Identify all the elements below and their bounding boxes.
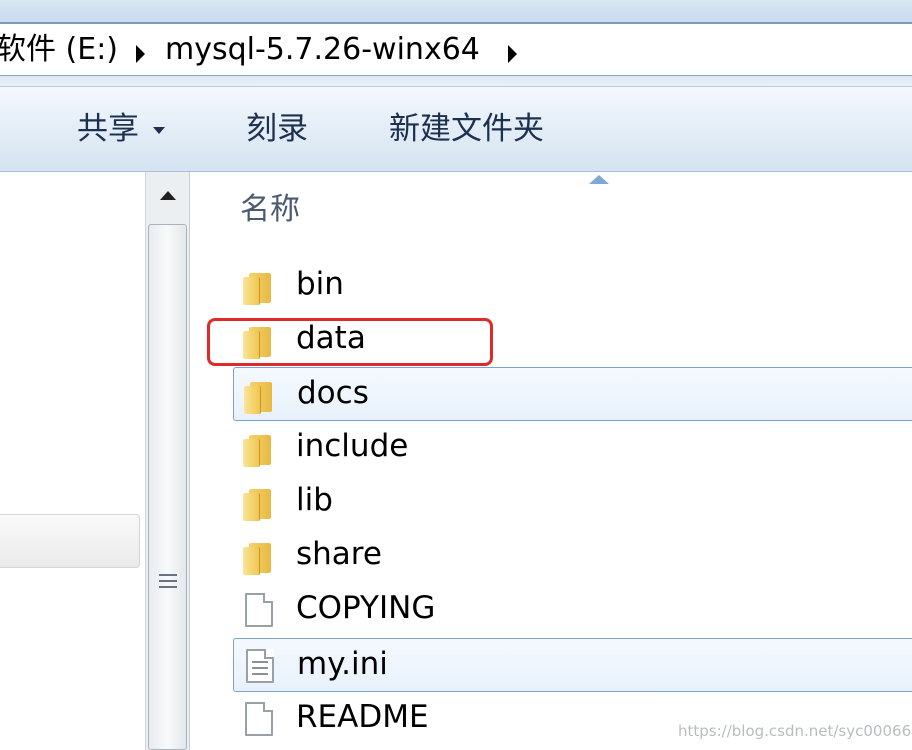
toolbar-divider bbox=[0, 76, 912, 86]
folder-icon bbox=[242, 376, 278, 414]
list-item-label: docs bbox=[297, 375, 369, 411]
new-folder-button[interactable]: 新建文件夹 bbox=[389, 109, 544, 149]
file-list-pane: 名称 bin data docs include lib share COPYI… bbox=[190, 172, 912, 750]
folder-icon bbox=[241, 267, 277, 305]
watermark: https://blog.csdn.net/syc000666 bbox=[678, 722, 912, 740]
sort-ascending-icon bbox=[589, 175, 609, 184]
file-icon bbox=[241, 700, 277, 738]
file-icon bbox=[241, 591, 277, 629]
list-item[interactable]: bin bbox=[233, 259, 912, 313]
breadcrumb-separator-icon[interactable] bbox=[136, 45, 145, 63]
annotation-highlight-box bbox=[207, 318, 493, 366]
list-item-label: COPYING bbox=[296, 590, 436, 626]
folder-icon bbox=[241, 429, 277, 467]
config-file-icon bbox=[242, 647, 278, 685]
window-title-strip bbox=[0, 0, 912, 22]
list-item-label: my.ini bbox=[297, 646, 388, 682]
nav-item-selected[interactable] bbox=[0, 514, 140, 568]
breadcrumb-separator-icon[interactable] bbox=[508, 45, 517, 63]
list-item[interactable]: share bbox=[233, 529, 912, 583]
list-item-label: lib bbox=[296, 482, 333, 518]
list-item-label: share bbox=[296, 536, 382, 572]
list-item[interactable]: include bbox=[233, 421, 912, 475]
list-item[interactable]: my.ini bbox=[233, 638, 912, 692]
list-item[interactable]: lib bbox=[233, 475, 912, 529]
scroll-up-arrow-icon[interactable] bbox=[149, 178, 186, 216]
list-item-label: include bbox=[296, 428, 409, 464]
breadcrumb-drive[interactable]: 软件 (E:) bbox=[0, 30, 118, 70]
scroll-thumb[interactable] bbox=[148, 224, 187, 750]
list-item[interactable]: COPYING bbox=[233, 583, 912, 637]
burn-button[interactable]: 刻录 bbox=[246, 109, 308, 149]
chevron-down-icon[interactable] bbox=[153, 127, 165, 134]
breadcrumb-folder[interactable]: mysql-5.7.26-winx64 bbox=[165, 30, 480, 70]
share-button[interactable]: 共享 bbox=[77, 109, 139, 149]
grip-icon bbox=[159, 580, 177, 582]
grip-icon bbox=[159, 574, 177, 576]
command-toolbar: 共享 刻录 新建文件夹 bbox=[0, 86, 912, 172]
grip-icon bbox=[159, 586, 177, 588]
list-item-label: bin bbox=[296, 266, 344, 302]
list-item[interactable]: docs bbox=[233, 367, 912, 421]
column-header-name[interactable]: 名称 bbox=[240, 190, 300, 230]
folder-icon bbox=[241, 483, 277, 521]
address-bar[interactable]: 软件 (E:) mysql-5.7.26-winx64 bbox=[0, 22, 912, 76]
nav-scrollbar[interactable] bbox=[145, 172, 190, 750]
navigation-pane bbox=[0, 172, 145, 750]
list-item-label: README bbox=[296, 699, 429, 735]
folder-icon bbox=[241, 537, 277, 575]
